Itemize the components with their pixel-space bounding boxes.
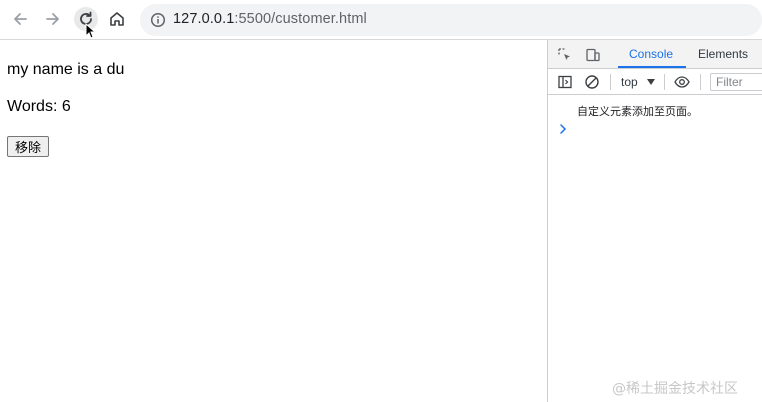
custom-element-text: my name is a du [7,61,125,78]
arrow-right-icon [46,13,59,25]
tab-console[interactable]: Console [629,47,673,61]
filter-input[interactable]: Filter [710,73,762,91]
devtools-tab-bar: Console Elements [548,40,762,69]
toolbar-divider [610,74,611,90]
sidebar-toggle-icon[interactable] [557,74,573,90]
devtools-panel: Console Elements top Filter 自定义元素添加至页面。 [547,40,762,402]
url-host: 127.0.0.1 [173,11,235,27]
active-tab-indicator [618,66,686,68]
address-bar[interactable]: 127.0.0.1:5500/customer.html [140,4,762,36]
forward-button[interactable] [42,8,64,30]
url-path: :5500/customer.html [234,11,367,27]
eye-icon[interactable] [674,74,690,90]
console-toolbar: top Filter [548,69,762,95]
word-count: Words: 6 [7,98,71,115]
watermark: @稀土掘金技术社区 [612,381,738,397]
inspect-element-icon[interactable] [557,47,573,63]
back-button[interactable] [9,8,31,30]
toolbar-divider [664,74,665,90]
home-icon [110,12,124,26]
arrow-left-icon [14,13,27,25]
url-text[interactable]: 127.0.0.1:5500/customer.html [173,11,367,27]
console-log-message: 自定义元素添加至页面。 [577,105,698,118]
page-content: my name is a du Words: 6 移除 [0,40,547,402]
chevron-down-icon [647,79,655,85]
remove-button[interactable]: 移除 [7,136,49,157]
tab-elements[interactable]: Elements [698,47,748,61]
toolbar-divider [700,74,701,90]
home-button[interactable] [106,8,128,30]
device-toolbar-icon[interactable] [585,47,601,63]
info-icon[interactable] [150,12,166,28]
console-prompt-icon[interactable] [559,124,567,134]
clear-console-icon[interactable] [584,74,600,90]
context-selector[interactable]: top [621,75,638,89]
browser-toolbar: 127.0.0.1:5500/customer.html [0,0,762,40]
mouse-cursor-icon [85,23,97,39]
